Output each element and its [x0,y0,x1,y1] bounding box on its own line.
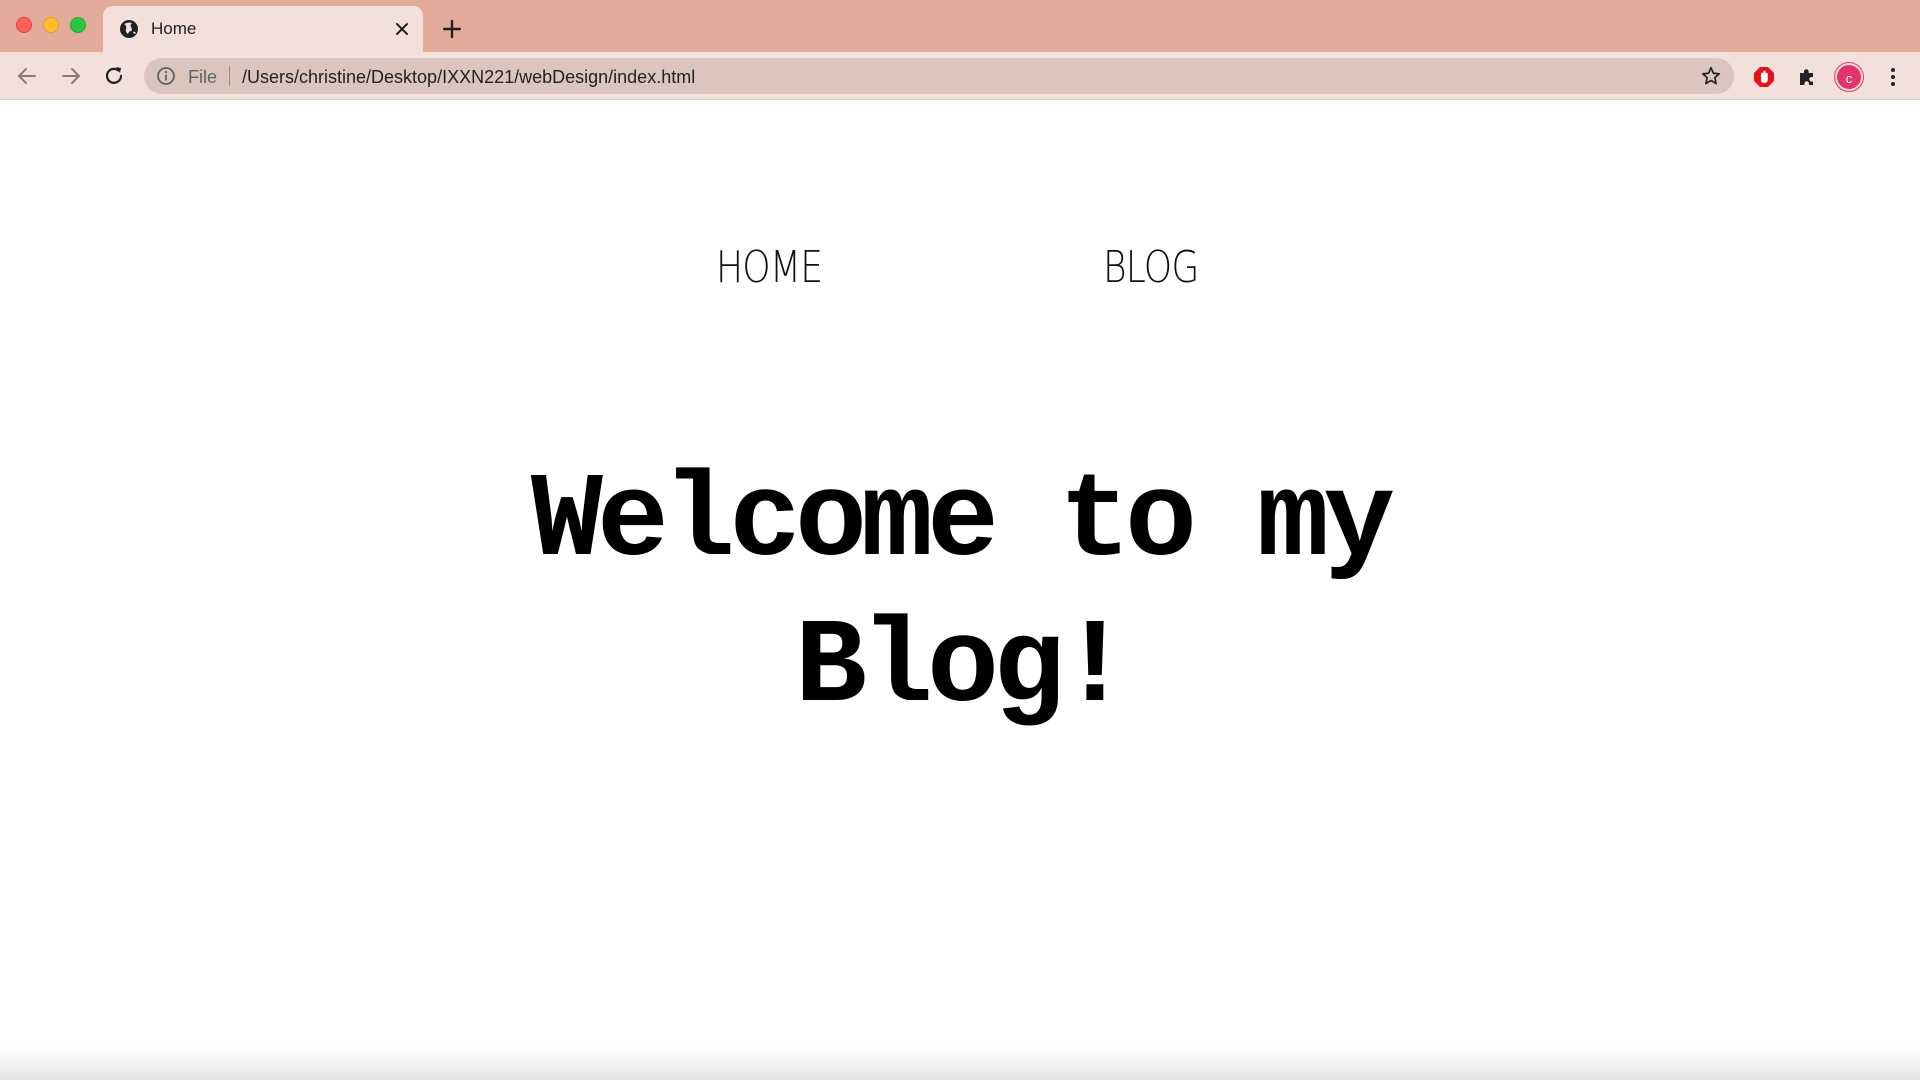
url-text[interactable]: /Users/christine/Desktop/IXXN221/webDesi… [242,67,695,87]
profile-avatar[interactable]: c [1835,63,1863,91]
address-bar[interactable]: File /Users/christine/Desktop/IXXN221/we… [144,58,1734,94]
adblock-extension-icon[interactable] [1752,65,1776,89]
tab-strip: Home [0,0,1920,52]
tab-title: Home [151,19,197,38]
site-navigation: HOME BLOG [0,242,1920,302]
welcome-heading: Welcome to my Blog! [530,455,1395,737]
reload-icon[interactable] [103,65,125,87]
scheme-label: File [188,67,218,87]
browser-window: Home File /Users/christine/Desktop/IXXN2… [0,0,1920,1080]
info-icon[interactable] [156,66,176,86]
window-close-button[interactable] [16,17,32,33]
window-maximize-button[interactable] [70,17,86,33]
close-tab-icon[interactable] [393,20,411,38]
new-tab-icon[interactable] [442,19,462,39]
address-divider [229,66,230,86]
forward-arrow-icon[interactable] [60,65,82,87]
page-viewport: HOME BLOG Welcome to my Blog! [0,100,1920,1080]
nav-link-blog[interactable]: BLOG [1103,242,1199,293]
window-minimize-button[interactable] [43,17,59,33]
kebab-menu-icon[interactable] [1883,65,1903,89]
nav-link-home[interactable]: HOME [716,242,823,293]
extensions-puzzle-icon[interactable] [1795,65,1819,89]
tab-home[interactable]: Home [103,6,423,52]
globe-icon [120,20,138,38]
bottom-shadow [0,1046,1920,1080]
browser-toolbar: File /Users/christine/Desktop/IXXN221/we… [0,52,1920,100]
bookmark-star-icon[interactable] [1700,65,1722,87]
back-arrow-icon[interactable] [16,65,38,87]
